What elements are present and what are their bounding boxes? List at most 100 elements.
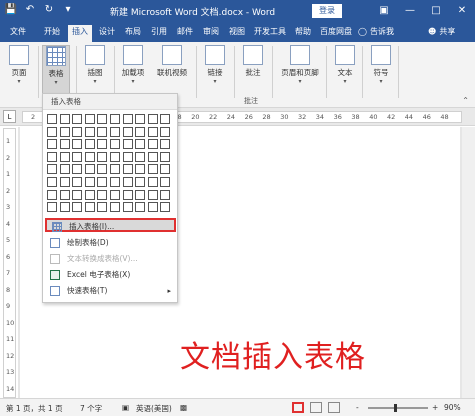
grid-cell[interactable] xyxy=(84,177,95,187)
table-button[interactable]: 表格 ▾ xyxy=(42,45,70,97)
grid-cell[interactable] xyxy=(122,202,133,213)
grid-cell[interactable] xyxy=(84,189,95,200)
grid-cell[interactable] xyxy=(122,189,133,200)
grid-cell[interactable] xyxy=(135,126,146,137)
illustrations-button[interactable]: 插图 ▾ xyxy=(82,45,108,85)
grid-cell[interactable] xyxy=(147,126,158,137)
grid-cell[interactable] xyxy=(135,177,146,187)
excel-spreadsheet-item[interactable]: Excel 电子表格(X) xyxy=(45,268,176,282)
pages-button[interactable]: 页面 ▾ xyxy=(6,45,32,85)
grid-cell[interactable] xyxy=(147,114,158,124)
grid-cell[interactable] xyxy=(147,164,158,175)
grid-cell[interactable] xyxy=(47,151,57,162)
tab-insert[interactable]: 插入 xyxy=(68,25,92,42)
grid-cell[interactable] xyxy=(147,202,158,213)
grid-cell[interactable] xyxy=(110,164,120,175)
addins-button[interactable]: 加载项 ▾ xyxy=(118,45,148,85)
page-count[interactable]: 第 1 页，共 1 页 xyxy=(6,403,63,414)
tab-file[interactable]: 文件 xyxy=(6,25,30,42)
read-mode-button[interactable] xyxy=(292,402,304,413)
zoom-slider-thumb[interactable] xyxy=(394,404,397,412)
tab-mailings[interactable]: 邮件 xyxy=(174,25,196,42)
document-text[interactable]: 文档插入表格 xyxy=(180,332,366,376)
grid-cell[interactable] xyxy=(135,202,146,213)
grid-cell[interactable] xyxy=(147,139,158,150)
save-icon[interactable]: 💾 xyxy=(4,3,18,17)
grid-cell[interactable] xyxy=(160,202,171,213)
grid-cell[interactable] xyxy=(110,151,120,162)
link-button[interactable]: 链接 ▾ xyxy=(202,45,228,85)
grid-cell[interactable] xyxy=(59,126,70,137)
grid-cell[interactable] xyxy=(135,114,146,124)
zoom-level[interactable]: 90% xyxy=(444,403,461,412)
grid-cell[interactable] xyxy=(72,202,83,213)
grid-cell[interactable] xyxy=(47,114,57,124)
grid-cell[interactable] xyxy=(59,151,70,162)
grid-cell[interactable] xyxy=(135,189,146,200)
grid-cell[interactable] xyxy=(84,126,95,137)
zoom-out-button[interactable]: - xyxy=(356,403,359,412)
grid-cell[interactable] xyxy=(110,139,120,150)
grid-cell[interactable] xyxy=(147,177,158,187)
share-button[interactable]: ☻ 共享 xyxy=(428,26,455,37)
symbol-button[interactable]: 符号 ▾ xyxy=(368,45,394,85)
proofing-icon[interactable]: ▣ xyxy=(122,403,129,412)
grid-cell[interactable] xyxy=(47,202,57,213)
tab-view[interactable]: 视图 xyxy=(226,25,248,42)
redo-icon[interactable]: ↻ xyxy=(42,3,56,17)
word-count[interactable]: 7 个字 xyxy=(80,403,102,414)
grid-cell[interactable] xyxy=(110,126,120,137)
print-layout-button[interactable] xyxy=(310,402,322,413)
insert-table-item[interactable]: 插入表格(I)... xyxy=(45,218,176,232)
grid-cell[interactable] xyxy=(47,164,57,175)
tab-help[interactable]: 帮助 xyxy=(292,25,314,42)
grid-cell[interactable] xyxy=(72,177,83,187)
online-video-button[interactable]: 联机视频 xyxy=(152,45,192,78)
grid-cell[interactable] xyxy=(59,139,70,150)
grid-cell[interactable] xyxy=(122,114,133,124)
grid-cell[interactable] xyxy=(122,139,133,150)
grid-cell[interactable] xyxy=(122,164,133,175)
grid-cell[interactable] xyxy=(147,151,158,162)
grid-cell[interactable] xyxy=(59,189,70,200)
grid-cell[interactable] xyxy=(97,114,108,124)
text-button[interactable]: 文本 ▾ xyxy=(332,45,358,85)
grid-cell[interactable] xyxy=(97,164,108,175)
grid-cell[interactable] xyxy=(72,151,83,162)
tab-references[interactable]: 引用 xyxy=(148,25,170,42)
grid-cell[interactable] xyxy=(47,139,57,150)
grid-cell[interactable] xyxy=(84,151,95,162)
grid-cell[interactable] xyxy=(147,189,158,200)
undo-icon[interactable]: ↶ xyxy=(23,3,37,17)
tab-layout[interactable]: 布局 xyxy=(122,25,144,42)
grid-cell[interactable] xyxy=(110,114,120,124)
grid-cell[interactable] xyxy=(59,177,70,187)
tell-me-box[interactable]: ◯ 告诉我 xyxy=(358,26,394,37)
grid-cell[interactable] xyxy=(122,177,133,187)
grid-cell[interactable] xyxy=(160,189,171,200)
grid-cell[interactable] xyxy=(160,164,171,175)
grid-cell[interactable] xyxy=(135,151,146,162)
grid-cell[interactable] xyxy=(110,177,120,187)
grid-cell[interactable] xyxy=(72,139,83,150)
grid-cell[interactable] xyxy=(97,177,108,187)
macro-icon[interactable]: ▩ xyxy=(180,403,187,412)
grid-cell[interactable] xyxy=(97,139,108,150)
grid-cell[interactable] xyxy=(97,151,108,162)
tab-baidu-netdisk[interactable]: 百度网盘 xyxy=(318,25,354,42)
grid-cell[interactable] xyxy=(160,126,171,137)
grid-cell[interactable] xyxy=(59,164,70,175)
quick-tables-item[interactable]: 快速表格(T) ▸ xyxy=(45,284,176,298)
maximize-icon[interactable]: □ xyxy=(423,0,449,22)
grid-cell[interactable] xyxy=(59,202,70,213)
grid-cell[interactable] xyxy=(135,164,146,175)
grid-cell[interactable] xyxy=(72,126,83,137)
grid-cell[interactable] xyxy=(72,164,83,175)
grid-cell[interactable] xyxy=(160,151,171,162)
web-layout-button[interactable] xyxy=(328,402,340,413)
close-icon[interactable]: ✕ xyxy=(449,0,475,22)
grid-cell[interactable] xyxy=(160,139,171,150)
grid-cell[interactable] xyxy=(72,114,83,124)
grid-cell[interactable] xyxy=(110,202,120,213)
login-button[interactable]: 登录 xyxy=(312,4,342,18)
